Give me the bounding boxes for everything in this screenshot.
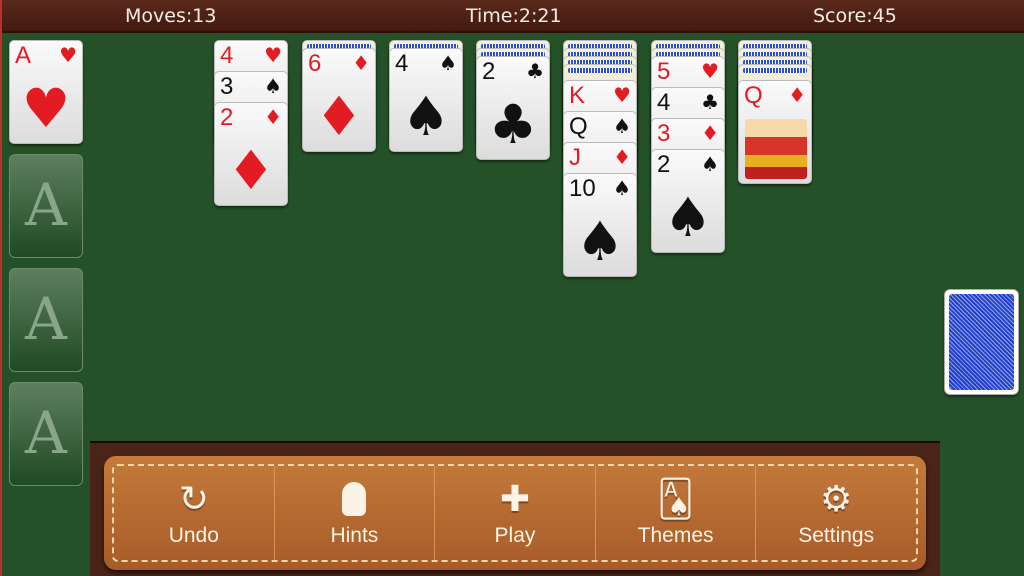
- card-rank: 2: [220, 104, 234, 131]
- card-suit: ♦: [352, 51, 370, 75]
- card-suit: ♠: [613, 114, 631, 138]
- playing-card[interactable]: 2 ♠ ♠: [651, 149, 725, 253]
- card-suit: ♠: [264, 74, 282, 98]
- card-suit: ♠: [439, 51, 457, 75]
- bottom-toolbar: ↻ Undo Hints ✚ Play 🂡 Themes ⚙ Settings: [90, 441, 940, 576]
- toolbar-panel: ↻ Undo Hints ✚ Play 🂡 Themes ⚙ Settings: [104, 456, 926, 570]
- card-rank: 5: [657, 58, 671, 85]
- card-rank: A: [15, 42, 32, 69]
- settings-label: Settings: [798, 524, 875, 547]
- card-center-suit: ♦: [314, 85, 364, 148]
- themes-label: Themes: [637, 524, 714, 547]
- card-center-suit: ♣: [488, 93, 538, 156]
- foundation-slot[interactable]: A: [9, 154, 83, 258]
- card-center-suit: ♦: [226, 139, 276, 202]
- card-suit: ♥: [613, 83, 631, 107]
- gear-icon: ⚙: [820, 478, 853, 519]
- undo-label: Undo: [168, 524, 219, 547]
- card-rank: 3: [220, 73, 234, 100]
- foundation-slot[interactable]: A: [9, 268, 83, 372]
- card-suit: ♦: [264, 105, 282, 129]
- status-bar: Moves:13 Time:2:21 Score:45: [2, 0, 1024, 33]
- card-suit: ♦: [613, 145, 631, 169]
- timer: Time:2:21: [466, 5, 562, 27]
- moves-counter: Moves:13: [125, 5, 217, 27]
- card-rank: K: [569, 82, 586, 109]
- card-suit: ♠: [613, 176, 631, 200]
- card-suit: ♥: [701, 59, 719, 83]
- undo-icon: ↻: [178, 478, 209, 519]
- themes-button[interactable]: 🂡 Themes: [596, 466, 757, 560]
- score: Score:45: [813, 5, 897, 27]
- foundation-slot[interactable]: A: [9, 382, 83, 486]
- card-rank: 6: [308, 50, 322, 77]
- card-rank: Q: [569, 113, 588, 140]
- card-suit: ♠: [701, 152, 719, 176]
- card-suit: ♣: [526, 59, 544, 83]
- playing-card[interactable]: 6 ♦ ♦: [302, 48, 376, 152]
- plus-icon: ✚: [499, 478, 531, 519]
- play-button[interactable]: ✚ Play: [435, 466, 596, 560]
- card-rank: 2: [657, 151, 671, 178]
- card-back: [949, 294, 1014, 390]
- cards-icon: 🂡: [657, 478, 694, 519]
- card-suit: ♣: [701, 90, 719, 114]
- card-suit: ♥: [59, 43, 77, 67]
- card-rank: Q: [744, 82, 763, 109]
- card-suit: ♥: [264, 43, 282, 67]
- playing-card[interactable]: 4 ♠ ♠: [389, 48, 463, 152]
- card-center-suit: ♠: [663, 186, 713, 249]
- card-rank: 3: [657, 120, 671, 147]
- play-label: Play: [494, 524, 536, 547]
- card-rank: 4: [220, 42, 234, 69]
- card-rank: 4: [657, 89, 671, 116]
- hints-label: Hints: [330, 524, 379, 547]
- card-center-suit: ♥: [21, 77, 71, 140]
- stock-pile[interactable]: [944, 289, 1019, 395]
- lightbulb-icon: [342, 482, 367, 516]
- card-rank: 4: [395, 50, 409, 77]
- settings-button[interactable]: ⚙ Settings: [756, 466, 916, 560]
- card-suit: ♦: [788, 83, 806, 107]
- queen-portrait: [745, 119, 807, 179]
- undo-button[interactable]: ↻ Undo: [114, 466, 275, 560]
- card-center-suit: ♠: [401, 85, 451, 148]
- card-rank: 2: [482, 58, 496, 85]
- card-center-suit: ♠: [575, 210, 625, 273]
- card-rank: 10: [569, 175, 596, 202]
- playing-card[interactable]: 2 ♣ ♣: [476, 56, 550, 160]
- playing-card[interactable]: Q ♦: [738, 80, 812, 184]
- hints-button[interactable]: Hints: [275, 466, 436, 560]
- playing-card[interactable]: A ♥ ♥: [9, 40, 83, 144]
- playing-card[interactable]: 2 ♦ ♦: [214, 102, 288, 206]
- playing-card[interactable]: 10 ♠ ♠: [563, 173, 637, 277]
- card-rank: J: [569, 144, 581, 171]
- card-suit: ♦: [701, 121, 719, 145]
